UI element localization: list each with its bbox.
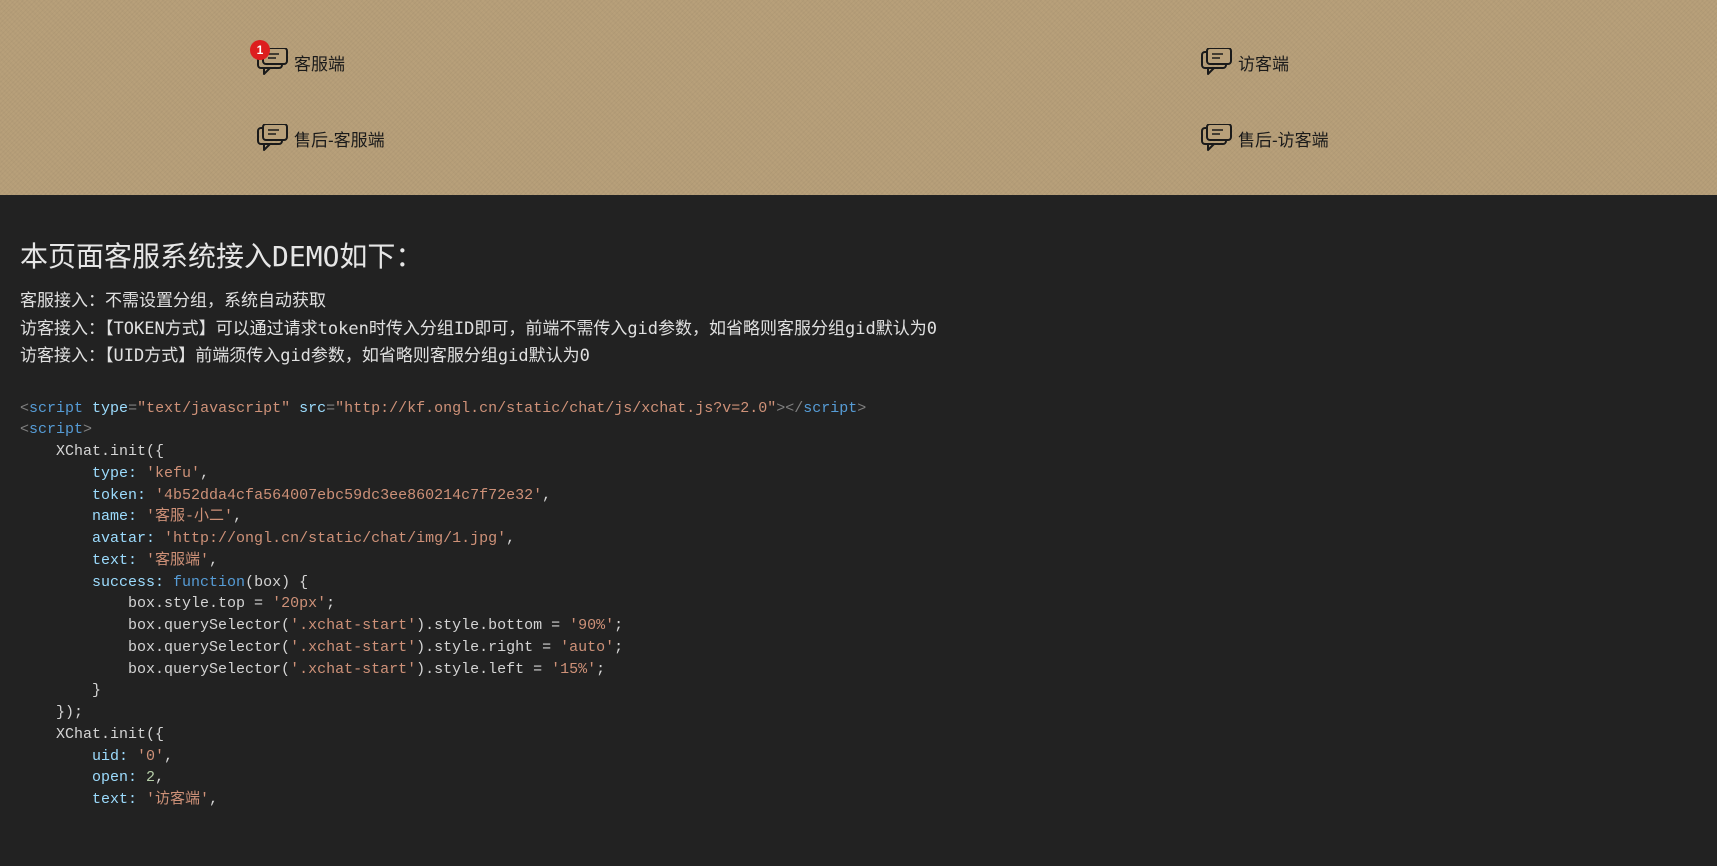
chat-icon [1200,124,1232,152]
sale-visitor-button[interactable]: 售后-访客端 [1200,124,1329,152]
content-area: 本页面客服系统接入DEMO如下： 客服接入：不需设置分组，系统自动获取 访客接入… [0,195,1717,831]
visitor-label: 访客端 [1238,50,1289,75]
visitor-button[interactable]: 访客端 [1200,48,1289,76]
chat-icon [256,124,288,152]
sale-kefu-button[interactable]: 售后-客服端 [256,124,385,152]
description-line-3: 访客接入：【UID方式】前端须传入gid参数，如省略则客服分组gid默认为0 [20,344,1697,370]
sale-kefu-label: 售后-客服端 [294,126,385,151]
sale-visitor-label: 售后-访客端 [1238,126,1329,151]
header-area: 1 客服端 访客端 售后-客服端 [0,0,1717,195]
kefu-label: 客服端 [294,50,345,75]
chat-icon [1200,48,1232,76]
kefu-button[interactable]: 1 客服端 [256,48,345,76]
description-line-2: 访客接入：【TOKEN方式】可以通过请求token时传入分组ID即可，前端不需传… [20,317,1697,343]
description-line-1: 客服接入：不需设置分组，系统自动获取 [20,289,1697,315]
notification-badge: 1 [250,40,270,60]
page-title: 本页面客服系统接入DEMO如下： [20,235,1697,275]
code-sample: <script type="text/javascript" src="http… [20,398,1697,811]
chat-icon: 1 [256,48,288,76]
